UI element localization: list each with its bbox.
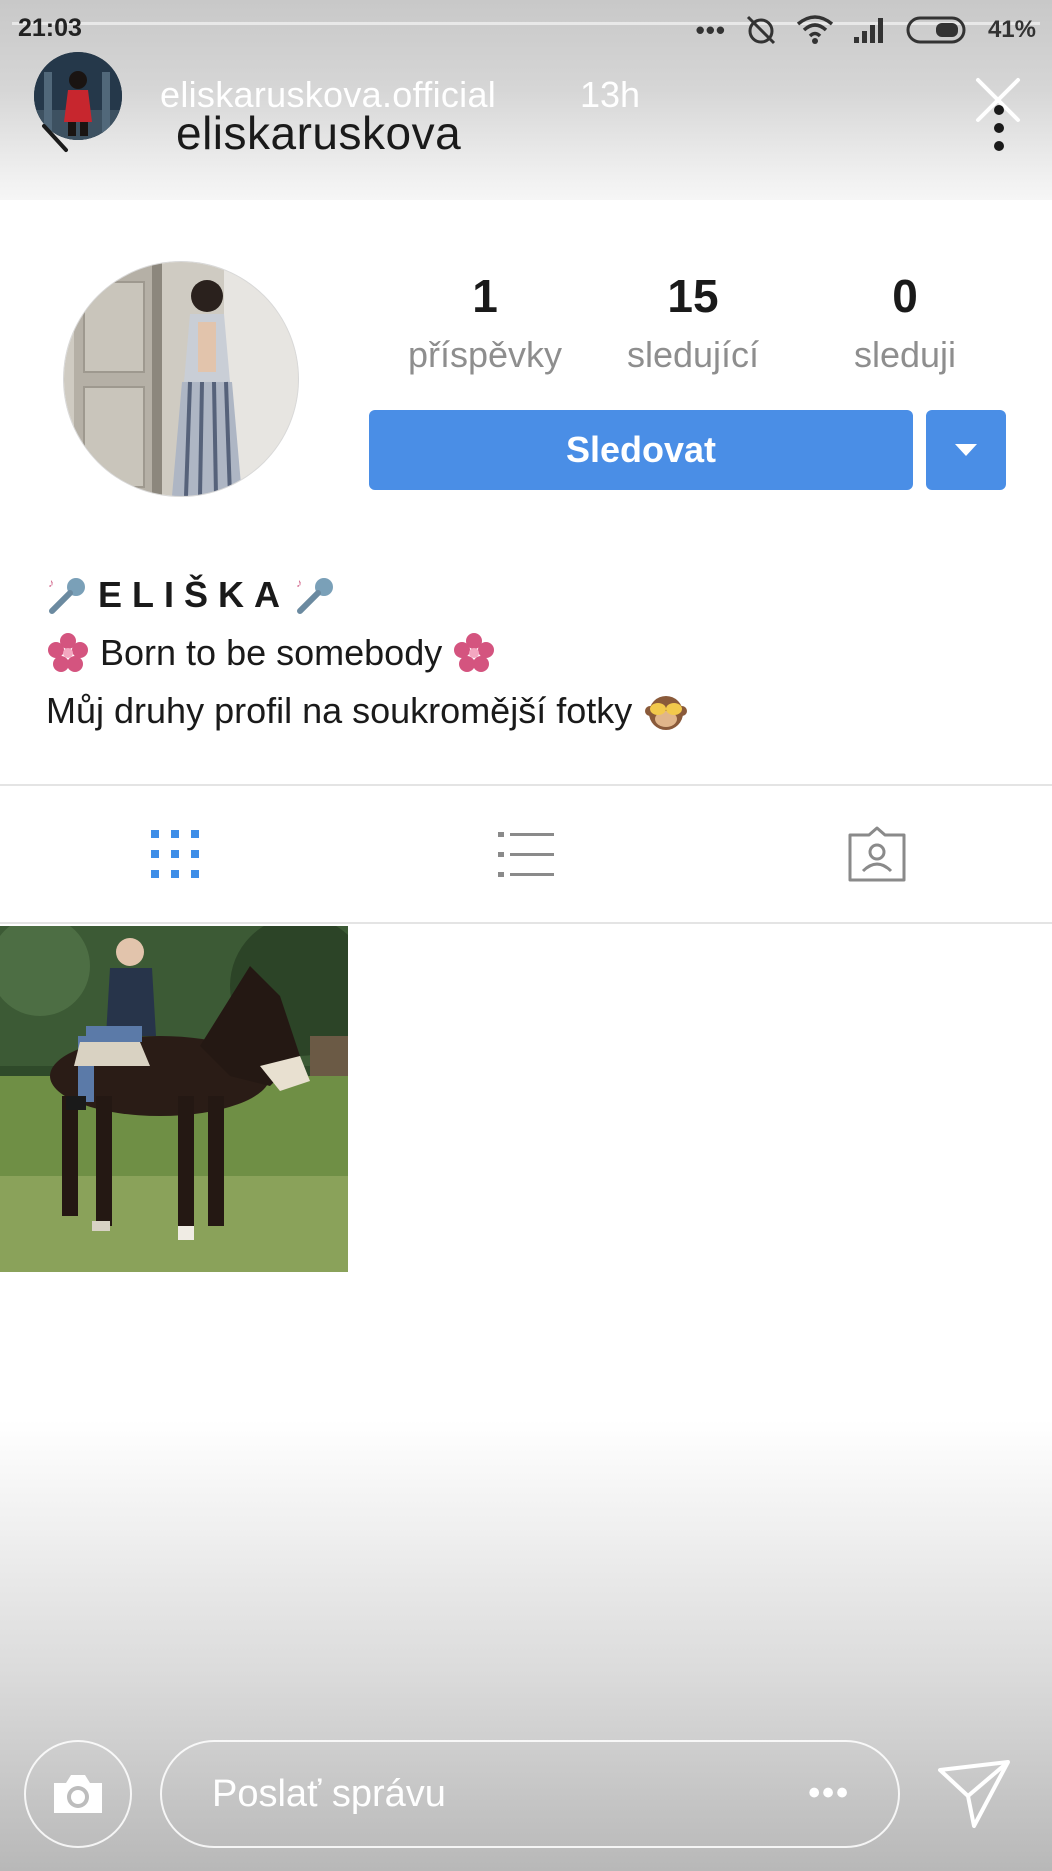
follow-button[interactable]: Sledovat	[369, 410, 913, 490]
wifi-icon	[796, 15, 834, 44]
tagged-person-icon	[848, 826, 906, 882]
suggested-dropdown-button[interactable]	[926, 410, 1006, 490]
profile-photo-image	[64, 262, 298, 496]
battery-icon	[906, 16, 966, 44]
story-timestamp: 13h	[580, 74, 641, 115]
bio-description-line: Můj druhy profil na soukromější fotky	[46, 682, 1006, 740]
profile-bio: ♪ ELIŠKA ♪ Born to be somebody Můj druhy…	[46, 566, 1006, 740]
stat-followers-label: sledující	[626, 334, 760, 375]
svg-text:♪: ♪	[296, 576, 302, 590]
microphone-icon: ♪	[296, 576, 334, 614]
bio-description: Můj druhy profil na soukromější fotky	[46, 690, 633, 731]
bio-name-line: ♪ ELIŠKA ♪	[46, 566, 1006, 624]
profile-header-username: eliskaruskova	[176, 107, 462, 159]
send-direct-icon[interactable]	[936, 1756, 1012, 1832]
bio-tagline: Born to be somebody	[100, 632, 443, 673]
cherry-blossom-icon	[48, 633, 88, 672]
stat-followers-value: 15	[667, 270, 719, 322]
send-message-placeholder: Poslať správu	[212, 1772, 446, 1815]
more-options-icon[interactable]	[984, 102, 1014, 154]
back-stroke-icon	[42, 124, 68, 152]
tabs-divider	[0, 922, 1052, 924]
signal-icon	[853, 18, 883, 43]
stat-posts-value: 1	[472, 270, 498, 322]
profile-photo[interactable]	[64, 262, 298, 496]
status-bar: 21:03 ••• 41%	[0, 0, 1052, 56]
post-image	[0, 926, 348, 1272]
camera-button[interactable]	[24, 1740, 132, 1848]
stat-following-value: 0	[892, 270, 918, 322]
stat-posts-label: příspěvky	[407, 334, 563, 375]
caret-down-icon	[955, 444, 977, 456]
stat-posts[interactable]: 1 příspěvky	[380, 268, 590, 380]
microphone-icon: ♪	[48, 576, 85, 614]
tab-grid-view[interactable]	[0, 786, 350, 922]
tab-tagged[interactable]	[702, 786, 1052, 922]
grid-icon	[151, 830, 199, 878]
tab-list-view[interactable]	[351, 786, 701, 922]
status-icons: ••• 41%	[696, 10, 1036, 50]
status-time: 21:03	[18, 14, 82, 42]
stat-following[interactable]: 0 sleduji	[800, 268, 1010, 380]
stat-followers[interactable]: 15 sledující	[588, 268, 798, 380]
message-more-icon[interactable]: •••	[808, 1776, 850, 1810]
camera-icon	[54, 1775, 102, 1813]
see-no-evil-monkey-icon	[645, 696, 688, 730]
bio-name: ELIŠKA	[98, 574, 291, 615]
stat-following-label: sleduji	[853, 334, 957, 375]
profile-stats: 1 příspěvky 15 sledující 0 sleduji	[380, 268, 1010, 388]
battery-percent: 41%	[987, 16, 1036, 43]
bio-tagline-line: Born to be somebody	[46, 624, 1006, 682]
cherry-blossom-icon	[454, 633, 495, 672]
alarm-off-icon	[746, 15, 776, 45]
instagram-story-view: 21:03 ••• 41% eliskaruskova.official 13h…	[0, 0, 1052, 1871]
post-thumbnail[interactable]	[0, 926, 348, 1272]
svg-text:♪: ♪	[48, 576, 54, 590]
list-icon	[498, 832, 554, 877]
notification-overflow-icon: •••	[695, 14, 726, 45]
send-message-input[interactable]: Poslať správu •••	[160, 1740, 900, 1848]
